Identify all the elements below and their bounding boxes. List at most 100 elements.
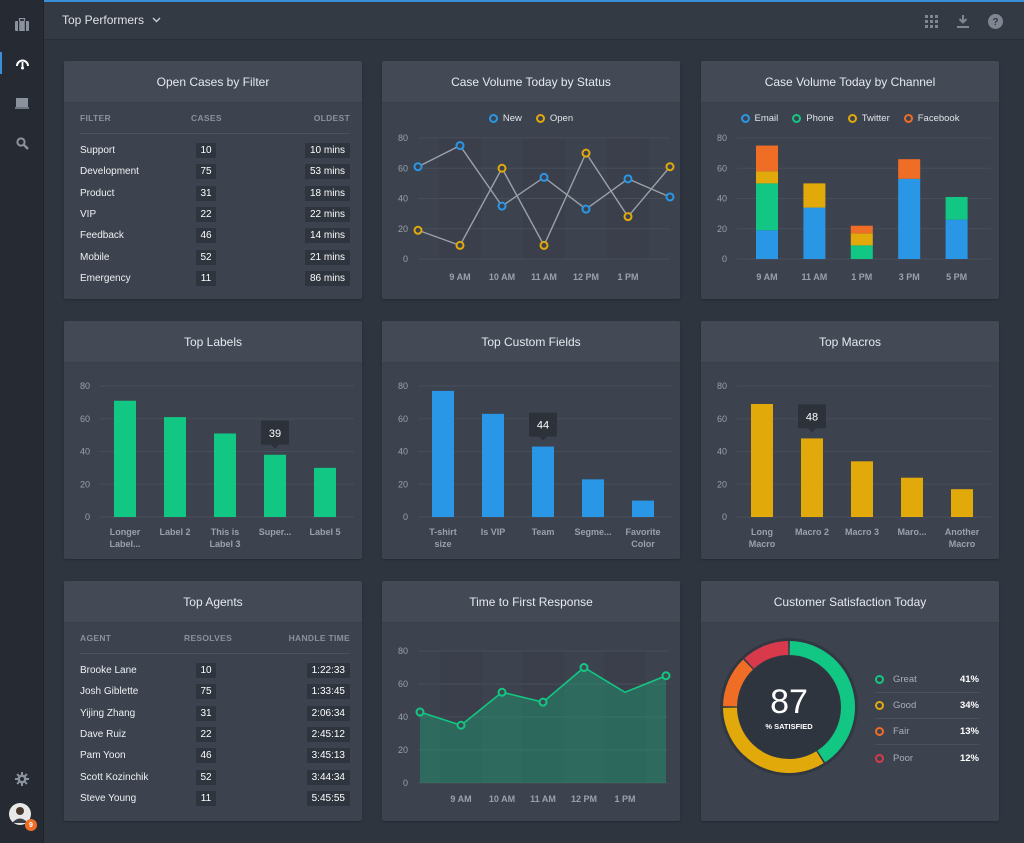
table-row[interactable]: Brooke Lane 10 1:22:33: [80, 660, 350, 681]
x-tick-label: 12 PM: [571, 794, 597, 804]
cell-time-badge: 22 mins: [304, 207, 350, 223]
tooltip-arrow: [271, 444, 279, 449]
dashboard-grid: Open Cases by Filter FILTER CASES OLDEST…: [44, 40, 1024, 843]
table-row[interactable]: Josh Giblette 75 1:33:45: [80, 681, 350, 702]
y-tick-label: 20: [398, 224, 408, 234]
tooltip-value: 39: [269, 428, 281, 440]
bar: [951, 489, 973, 517]
sidebar-item-dashboard[interactable]: [0, 48, 44, 78]
x-tick-label: 11 AM: [531, 272, 557, 282]
x-tick-label: 3 PM: [899, 272, 920, 282]
bar-segment-phone: [756, 183, 778, 231]
bar: [114, 400, 136, 517]
dashboard-selector[interactable]: Top Performers: [62, 13, 161, 27]
cell-name: VIP: [80, 209, 97, 221]
chevron-down-icon: [152, 17, 161, 23]
satisfaction-score: 87: [770, 683, 808, 721]
legend-marker-icon: [875, 727, 884, 736]
legend-label: Good: [893, 700, 917, 711]
data-point-open: [581, 148, 591, 158]
top-agents-table: AGENT RESOLVES HANDLE TIME Brooke Lane 10…: [80, 633, 350, 809]
x-tick-label: Long Macro: [749, 527, 776, 549]
y-tick-label: 40: [717, 194, 727, 204]
table-row[interactable]: Mobile 52 21 mins: [80, 246, 350, 267]
legend-label: Great: [893, 674, 917, 685]
table-row[interactable]: Feedback 46 14 mins: [80, 225, 350, 246]
satisfaction-legend: Great 41% Good 34% Fair 13% Poor 12%: [875, 667, 979, 771]
table-row[interactable]: Product 31 18 mins: [80, 183, 350, 204]
x-tick-label: 9 AM: [756, 272, 777, 282]
x-tick-label: 1 PM: [617, 272, 638, 282]
y-tick-label: 80: [398, 133, 408, 143]
y-tick-label: 60: [717, 414, 727, 424]
tooltip-arrow: [539, 436, 547, 441]
cell-count-badge: 11: [196, 270, 216, 286]
legend-value: 12%: [959, 752, 979, 764]
panel-case-channel: Case Volume Today by Channel Email Phone…: [701, 61, 999, 299]
open-cases-table: FILTER CASES OLDEST Support 10 10 mins Deve…: [80, 113, 350, 289]
apps-grid-button[interactable]: [922, 12, 940, 30]
cell-count-badge: 22: [196, 207, 216, 223]
table-row[interactable]: Support 10 10 mins: [80, 140, 350, 161]
dashboard-title: Top Performers: [62, 13, 145, 27]
table-row[interactable]: VIP 22 22 mins: [80, 204, 350, 225]
sidebar-item-inbox[interactable]: [0, 88, 44, 118]
panel-open-cases: Open Cases by Filter FILTER CASES OLDEST…: [64, 61, 362, 299]
table-row[interactable]: Development 75 53 mins: [80, 161, 350, 182]
sidebar-item-search[interactable]: [0, 128, 44, 158]
bar: [751, 404, 773, 517]
x-tick-label: Macro 2: [795, 527, 829, 537]
table-row[interactable]: Steve Young 11 5:45:55: [80, 788, 350, 809]
data-point-new: [581, 204, 591, 214]
cell-count-badge: 75: [196, 684, 216, 700]
cell-time-badge: 21 mins: [304, 249, 350, 265]
cell-count-badge: 11: [196, 790, 216, 806]
y-tick-label: 40: [717, 447, 727, 457]
x-tick-label: Team: [532, 527, 555, 537]
table-row[interactable]: Pam Yoon 46 3:45:13: [80, 745, 350, 766]
y-tick-label: 80: [717, 381, 727, 391]
sidebar-item-cases[interactable]: [0, 9, 44, 39]
x-tick-label: 5 PM: [946, 272, 967, 282]
svg-text:?: ?: [992, 17, 998, 28]
download-button[interactable]: [954, 12, 972, 30]
bar: [214, 433, 236, 517]
tooltip-value: 44: [537, 420, 549, 432]
help-button[interactable]: ?: [986, 12, 1004, 30]
legend-item-poor[interactable]: Poor 12%: [875, 745, 979, 771]
cell-time-badge: 14 mins: [304, 228, 350, 244]
y-tick-label: 40: [80, 447, 90, 457]
bar: [482, 413, 504, 517]
table-row[interactable]: Dave Ruiz 22 2:45:12: [80, 724, 350, 745]
panel-top-agents: Top Agents AGENT RESOLVES HANDLE TIME Br…: [64, 581, 362, 821]
user-avatar[interactable]: 9: [9, 803, 37, 831]
top-header: Top Performers ?: [44, 2, 1024, 40]
legend-item-great[interactable]: Great 41%: [875, 667, 979, 693]
settings-button[interactable]: [0, 764, 44, 794]
legend-item-good[interactable]: Good 34%: [875, 693, 979, 719]
table-row[interactable]: Scott Kozinchik 52 3:44:34: [80, 766, 350, 787]
table-row[interactable]: Yijing Zhang 31 2:06:34: [80, 703, 350, 724]
bar-segment-email: [756, 230, 778, 259]
cell-time-badge: 1:33:45: [306, 684, 350, 700]
x-tick-label: 10 AM: [489, 794, 515, 804]
labels-bar-chart: 0 20 40 60 80 Longer Label... Label 2 This is Lab…: [80, 381, 354, 549]
satisfaction-donut-chart: 87% SATISFIED: [720, 638, 858, 776]
cell-name: Scott Kozinchik: [80, 771, 149, 783]
status-line-chart: 0 20 40 60 80 9 AM 10 AM 11 AM 12 PM 1 PM: [398, 133, 675, 282]
legend-item-fair[interactable]: Fair 13%: [875, 719, 979, 745]
x-tick-label: Another Macro: [945, 527, 980, 549]
table-header: AGENT RESOLVES HANDLE TIME: [80, 633, 350, 654]
y-tick-label: 20: [717, 479, 727, 489]
bar-segment-email: [945, 219, 968, 259]
y-tick-label: 0: [403, 512, 408, 522]
data-point-new: [665, 192, 675, 202]
y-tick-label: 0: [403, 254, 408, 264]
x-tick-label: 12 PM: [573, 272, 599, 282]
panel-title: Open Cases by Filter: [64, 61, 362, 103]
table-row[interactable]: Emergency 11 86 mins: [80, 268, 350, 289]
bar-segment-phone: [850, 245, 873, 259]
panel-customer-satisfaction: Customer Satisfaction Today 87% SATISFIE…: [701, 581, 999, 821]
y-tick-label: 20: [398, 745, 408, 755]
y-tick-label: 20: [80, 479, 90, 489]
